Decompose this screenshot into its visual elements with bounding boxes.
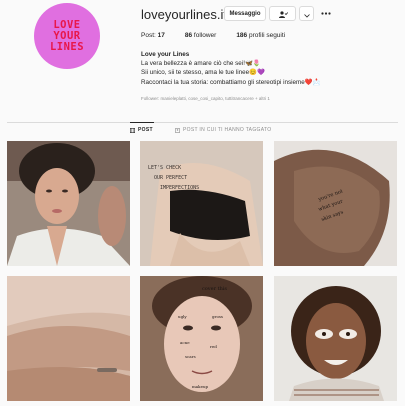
- profile-stats: Post: 17 86 follower 186 profili seguiti: [141, 32, 305, 39]
- following-stat[interactable]: 186 profili seguiti: [236, 32, 285, 39]
- svg-text:gross: gross: [212, 314, 223, 319]
- tab-posts[interactable]: POST: [130, 127, 153, 133]
- svg-text:red: red: [210, 344, 217, 349]
- followers-stat[interactable]: 86 follower: [185, 32, 216, 39]
- grid-icon: [130, 127, 136, 133]
- avatar-logo-text: LOVE YOUR LINES: [49, 18, 85, 53]
- svg-text:acne: acne: [180, 340, 190, 345]
- tagged-icon: [175, 127, 181, 133]
- suggestions-dropdown-button[interactable]: [299, 6, 314, 21]
- active-tab-indicator: [130, 122, 154, 123]
- post-thumbnail[interactable]: [7, 141, 130, 266]
- post-thumbnail[interactable]: LET'S CHECK OUR PERFECT IMPERFECTIONS: [140, 141, 263, 266]
- bio-line: Raccontaci la tua storia: combattiamo gl…: [141, 78, 321, 86]
- person-check-icon: [278, 5, 288, 23]
- profile-username: loveyourlines.it: [141, 7, 227, 22]
- bio-line: Sii unico, sii te stesso, ama le tue lin…: [141, 69, 265, 77]
- post-thumbnail[interactable]: cover this ugly gross acne red scars mak…: [140, 276, 263, 401]
- profile-bio: Love your Lines La vera bellezza è amare…: [141, 50, 391, 87]
- post-thumbnail[interactable]: [7, 276, 130, 401]
- svg-text:scars: scars: [185, 354, 196, 359]
- svg-text:LET'S CHECK: LET'S CHECK: [148, 165, 181, 171]
- svg-text:IMPERFECTIONS: IMPERFECTIONS: [160, 185, 199, 191]
- post-thumbnail[interactable]: [274, 276, 397, 401]
- svg-text:ugly: ugly: [178, 314, 187, 319]
- profile-full-name: Love your Lines: [141, 51, 190, 58]
- tab-tagged[interactable]: POST IN CUI TI HANNO TAGGATO: [175, 127, 271, 133]
- profile-header: LOVE YOUR LINES loveyourlines.it Messagg…: [0, 0, 405, 118]
- svg-text:makeup: makeup: [192, 384, 209, 389]
- post-thumbnail[interactable]: you're not what your skin says: [274, 141, 397, 266]
- following-button[interactable]: [269, 6, 296, 21]
- avatar[interactable]: LOVE YOUR LINES: [34, 3, 100, 69]
- message-button[interactable]: Messaggio: [224, 6, 266, 21]
- followed-by[interactable]: Follower: manieleplatti, cose_cosi_capit…: [141, 96, 270, 101]
- tabs-divider: [7, 122, 398, 123]
- svg-text:OUR PERFECT: OUR PERFECT: [154, 175, 187, 181]
- svg-text:cover this: cover this: [202, 286, 227, 292]
- more-options-icon[interactable]: [320, 8, 332, 18]
- bio-line: La vera bellezza è amare ciò che sei!🦋🌷: [141, 60, 261, 68]
- posts-stat: Post: 17: [141, 32, 165, 39]
- chevron-down-icon: [303, 5, 310, 23]
